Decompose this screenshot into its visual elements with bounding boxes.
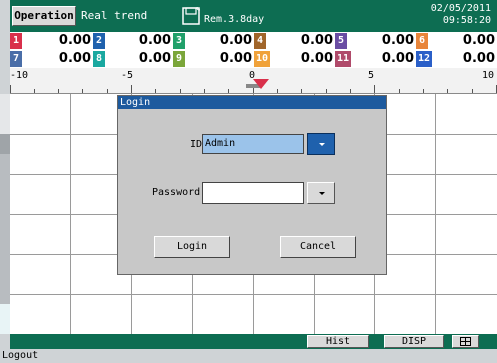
scale-tick <box>180 89 181 93</box>
channel-cell: 5 0.00 <box>335 32 416 50</box>
scale-tick <box>326 89 327 93</box>
channel-value: 0.00 <box>300 51 333 66</box>
left-sidebar-strip <box>0 0 10 363</box>
sidebar-segment <box>0 94 10 134</box>
scale-tick <box>447 89 448 93</box>
channel-number: 11 <box>335 51 351 67</box>
channel-cell: 11 0.00 <box>335 50 416 68</box>
bottom-toolbar: Hist DISP <box>10 334 497 349</box>
channel-value: 0.00 <box>219 33 252 48</box>
sidebar-segment <box>0 134 10 154</box>
scale-label: -10 <box>10 70 29 81</box>
channel-cell: 12 0.00 <box>416 50 497 68</box>
scale-tick <box>399 89 400 93</box>
date-time-display: 02/05/2011 09:58:20 <box>431 3 491 27</box>
channel-cell: 1 0.00 <box>10 32 93 50</box>
channel-value: 0.00 <box>381 33 414 48</box>
channel-row: 1 0.00 2 0.00 3 0.00 4 0.00 5 0.00 6 0.0… <box>10 32 497 50</box>
channel-number: 7 <box>10 51 22 67</box>
channel-number: 4 <box>254 33 266 49</box>
logout-label[interactable]: Logout <box>2 350 38 361</box>
disp-button[interactable]: DISP <box>384 335 444 348</box>
channel-number: 2 <box>93 33 105 49</box>
hist-button[interactable]: Hist <box>307 335 369 348</box>
channel-cell: 2 0.00 <box>93 32 173 50</box>
channel-cell: 10 0.00 <box>254 50 335 68</box>
channel-cell: 3 0.00 <box>173 32 254 50</box>
sidebar-segment <box>0 154 10 304</box>
scale-tick <box>423 89 424 93</box>
trend-scale: -10 -5 0 5 10 <box>10 68 497 94</box>
password-dropdown-button[interactable] <box>307 182 335 204</box>
status-bar: Logout <box>0 349 497 363</box>
scale-tick <box>228 89 229 93</box>
scale-label: 10 <box>482 70 495 81</box>
channel-value: 0.00 <box>462 51 495 66</box>
date-label: 02/05/2011 <box>430 3 491 14</box>
id-dropdown-button[interactable] <box>307 133 335 155</box>
scale-tick <box>34 89 35 93</box>
scale-tick <box>10 85 11 93</box>
mode-label: Real trend <box>81 9 148 22</box>
channel-cell: 9 0.00 <box>173 50 254 68</box>
password-field[interactable] <box>202 182 304 204</box>
channel-value: 0.00 <box>58 33 91 48</box>
channel-value: 0.00 <box>138 33 171 48</box>
id-field[interactable]: Admin <box>202 134 304 154</box>
scale-tick <box>301 89 302 93</box>
channel-number: 3 <box>173 33 185 49</box>
scale-tick <box>107 89 108 93</box>
channel-value: 0.00 <box>138 51 171 66</box>
channel-value: 0.00 <box>381 51 414 66</box>
scale-label: 5 <box>368 70 375 81</box>
channel-values-panel: 1 0.00 2 0.00 3 0.00 4 0.00 5 0.00 6 0.0… <box>10 32 497 68</box>
channel-value: 0.00 <box>58 51 91 66</box>
grid-icon <box>460 337 471 346</box>
operation-button[interactable]: Operation <box>12 6 76 26</box>
floppy-disk-icon <box>182 7 200 25</box>
time-label: 09:58:20 <box>442 15 491 26</box>
channel-row: 7 0.00 8 0.00 9 0.00 10 0.00 11 0.00 12 … <box>10 50 497 68</box>
chevron-down-icon <box>319 143 325 146</box>
grid-view-button[interactable] <box>452 335 479 348</box>
password-label: Password <box>152 187 201 198</box>
scale-tick <box>155 89 156 93</box>
scale-tick <box>204 89 205 93</box>
scale-tick <box>131 85 132 93</box>
channel-cell: 4 0.00 <box>254 32 335 50</box>
current-value-marker <box>253 79 269 89</box>
channel-cell: 7 0.00 <box>10 50 93 68</box>
cancel-button[interactable]: Cancel <box>280 236 356 258</box>
chevron-down-icon <box>319 192 325 195</box>
channel-number: 9 <box>173 51 185 67</box>
sidebar-segment <box>0 304 10 334</box>
remaining-storage-label: Rem.3.8day <box>204 14 265 25</box>
channel-number: 1 <box>10 33 22 49</box>
scale-tick <box>472 89 473 93</box>
channel-value: 0.00 <box>219 51 252 66</box>
channel-number: 8 <box>93 51 105 67</box>
channel-value: 0.00 <box>300 33 333 48</box>
scale-tick <box>58 89 59 93</box>
scale-label: -5 <box>121 70 134 81</box>
scale-tick <box>350 89 351 93</box>
channel-cell: 8 0.00 <box>93 50 173 68</box>
channel-number: 6 <box>416 33 428 49</box>
scale-tick <box>277 89 278 93</box>
grid-line <box>10 294 497 295</box>
dialog-title: Login <box>118 96 386 109</box>
channel-value: 0.00 <box>462 33 495 48</box>
header-bar: Operation Real trend Rem.3.8day 02/05/20… <box>10 0 497 32</box>
channel-cell: 6 0.00 <box>416 32 497 50</box>
id-label: ID <box>190 139 203 150</box>
scale-tick <box>374 85 375 93</box>
scale-tick <box>82 89 83 93</box>
channel-number: 5 <box>335 33 347 49</box>
channel-number: 10 <box>254 51 270 67</box>
login-button[interactable]: Login <box>154 236 230 258</box>
channel-number: 12 <box>416 51 432 67</box>
login-dialog: Login ID Admin Password Login Cancel <box>117 95 387 275</box>
